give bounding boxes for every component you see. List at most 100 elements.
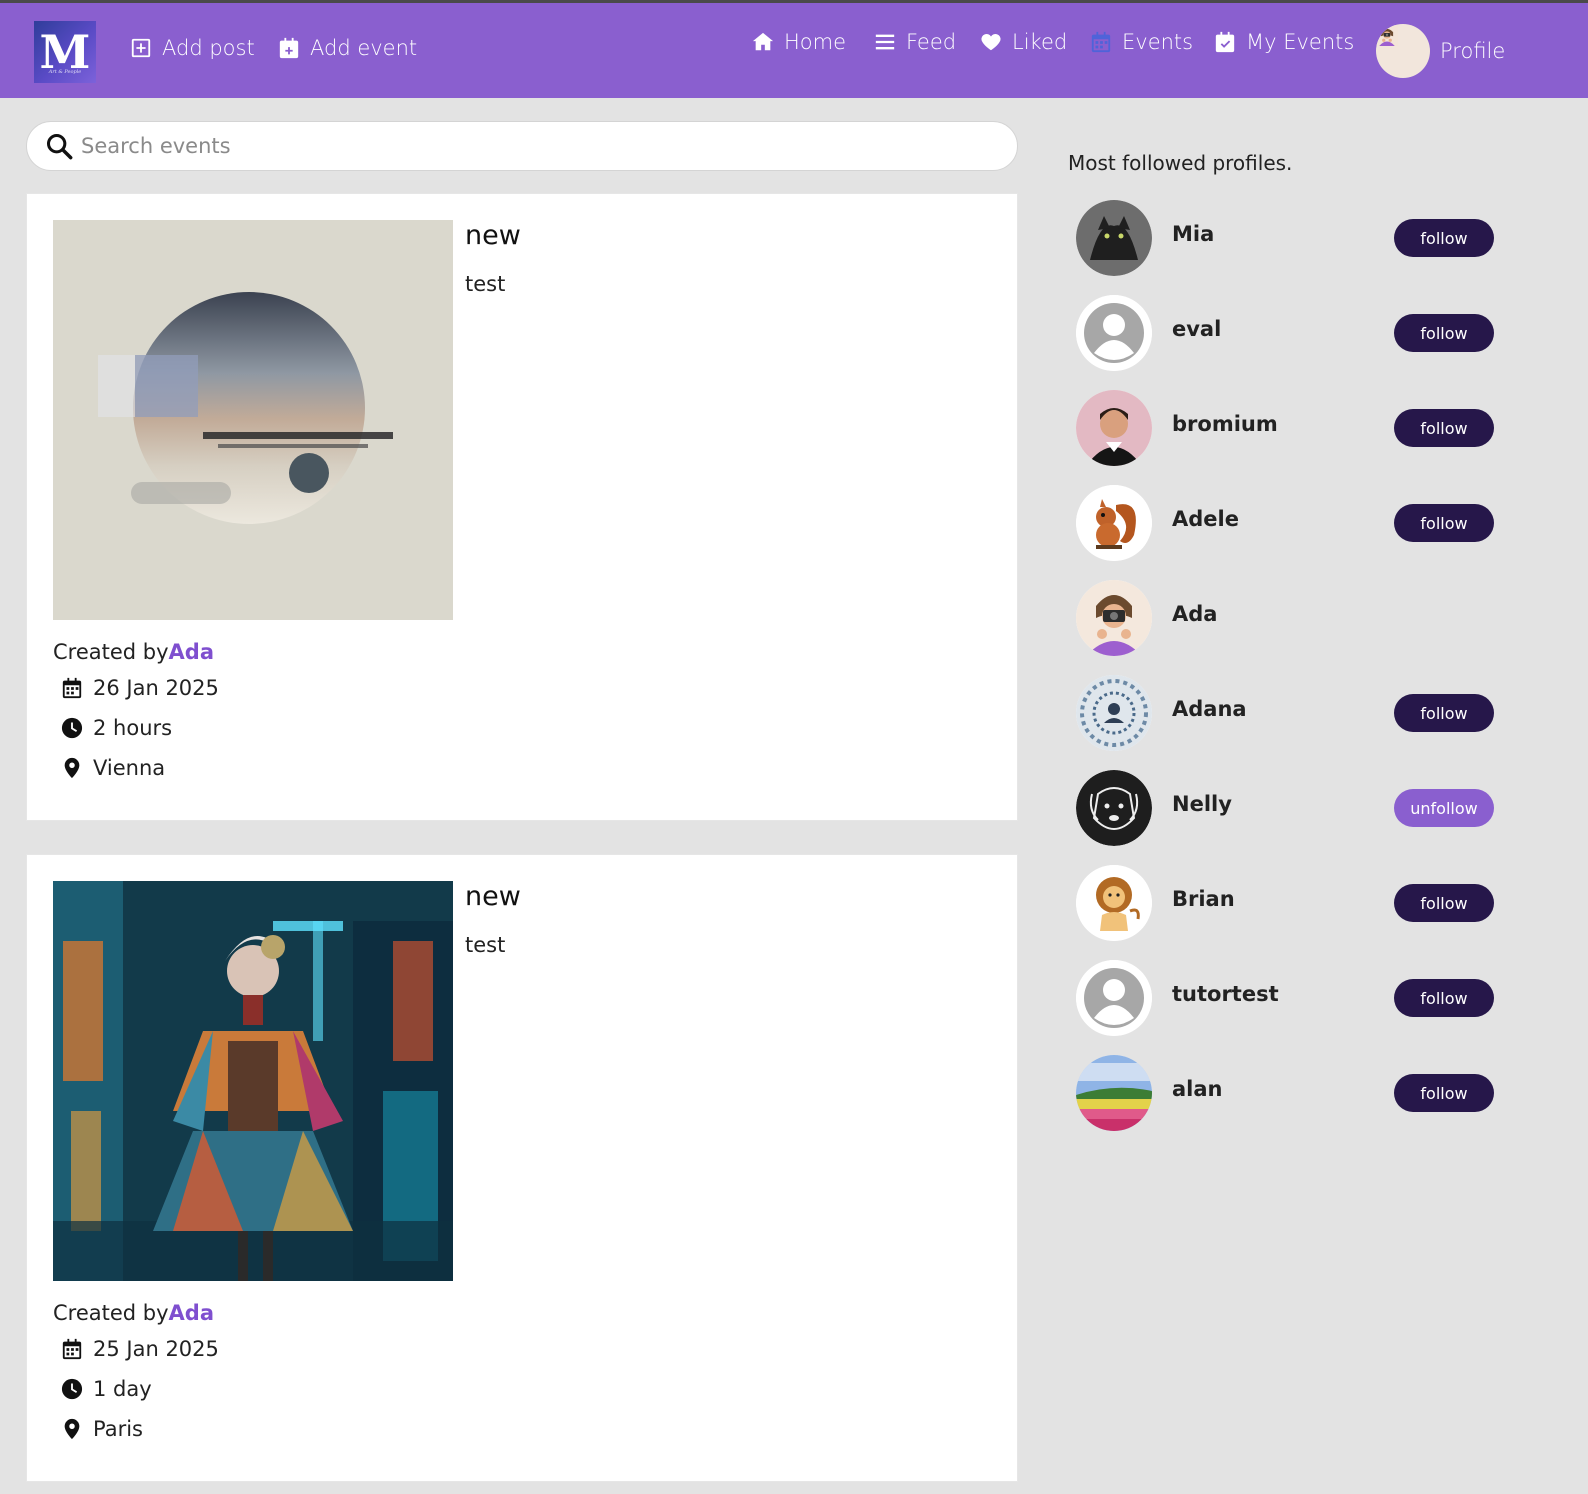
follow-button[interactable]: follow: [1394, 219, 1494, 257]
profile-name[interactable]: Brian: [1172, 887, 1235, 911]
profile-row: Brian follow: [1076, 865, 1496, 941]
profile-name[interactable]: Nelly: [1172, 792, 1232, 816]
profile-name[interactable]: Mia: [1172, 222, 1214, 246]
profile-row: Adana follow: [1076, 675, 1496, 751]
event-date-text: 26 Jan 2025: [93, 676, 219, 700]
event-duration-text: 1 day: [93, 1377, 152, 1401]
map-pin-icon: [64, 1418, 80, 1440]
follow-button[interactable]: follow: [1394, 314, 1494, 352]
clock-icon: [61, 717, 83, 739]
profile-row: Mia follow: [1076, 200, 1496, 276]
profile-row: tutortest follow: [1076, 960, 1496, 1036]
event-created-by: Created byAda: [53, 640, 214, 664]
profile-avatar[interactable]: [1076, 200, 1152, 276]
event-created-by: Created byAda: [53, 1301, 214, 1325]
site-logo[interactable]: M Art & People: [34, 21, 96, 83]
profile-avatar[interactable]: [1076, 770, 1152, 846]
profile-name[interactable]: Adele: [1172, 507, 1239, 531]
event-duration-text: 2 hours: [93, 716, 173, 740]
logo-tagline: Art & People: [48, 69, 82, 75]
event-author-link[interactable]: Ada: [169, 640, 214, 664]
event-image[interactable]: [53, 881, 453, 1281]
profile-row: alan follow: [1076, 1055, 1496, 1131]
nav-my-events[interactable]: My Events: [1214, 30, 1354, 54]
follow-button[interactable]: follow: [1394, 694, 1494, 732]
nav-feed-label: Feed: [906, 30, 957, 54]
search-bar[interactable]: [26, 121, 1018, 171]
add-post-link[interactable]: Add post: [130, 36, 255, 60]
profile-name[interactable]: Adana: [1172, 697, 1247, 721]
add-post-label: Add post: [162, 36, 255, 60]
event-date-text: 25 Jan 2025: [93, 1337, 219, 1361]
sidebar-title: Most followed profiles.: [1068, 151, 1293, 175]
plus-square-icon: [131, 38, 151, 58]
heart-icon: [981, 33, 1001, 51]
nav-profile-label: Profile: [1440, 39, 1506, 63]
profile-name[interactable]: tutortest: [1172, 982, 1279, 1006]
calendar-icon: [1091, 31, 1111, 53]
profile-avatar[interactable]: [1076, 865, 1152, 941]
profile-avatar[interactable]: [1076, 390, 1152, 466]
profile-avatar[interactable]: [1076, 1055, 1152, 1131]
calendar-check-icon: [1215, 31, 1235, 53]
event-location: Paris: [61, 1417, 143, 1441]
follow-button[interactable]: follow: [1394, 979, 1494, 1017]
event-description: test: [465, 933, 506, 957]
profile-row: Ada: [1076, 580, 1496, 656]
event-card: new test Created byAda 26 Jan 2025 2 hou…: [26, 193, 1018, 821]
nav-liked-label: Liked: [1012, 30, 1068, 54]
profile-row: eval follow: [1076, 295, 1496, 371]
event-date: 25 Jan 2025: [61, 1337, 219, 1361]
profile-row: Adele follow: [1076, 485, 1496, 561]
nav-home-label: Home: [784, 30, 847, 54]
event-duration: 2 hours: [61, 716, 172, 740]
profile-avatar[interactable]: [1076, 960, 1152, 1036]
event-title: new: [465, 220, 521, 251]
calendar-icon: [62, 1338, 82, 1360]
event-title: new: [465, 881, 521, 912]
profile-avatar: [1376, 24, 1430, 78]
event-location-text: Paris: [93, 1417, 143, 1441]
calendar-plus-icon: [279, 37, 299, 59]
profile-avatar[interactable]: [1076, 485, 1152, 561]
event-card: new test Created byAda 25 Jan 2025 1 day…: [26, 854, 1018, 1482]
nav-profile[interactable]: Profile: [1376, 24, 1505, 78]
follow-button[interactable]: follow: [1394, 1074, 1494, 1112]
search-icon: [46, 133, 73, 160]
event-location: Vienna: [61, 756, 165, 780]
profile-name[interactable]: Ada: [1172, 602, 1217, 626]
home-icon: [752, 32, 774, 51]
calendar-icon: [62, 677, 82, 699]
nav-liked[interactable]: Liked: [980, 30, 1067, 54]
profile-avatar[interactable]: [1076, 295, 1152, 371]
event-description: test: [465, 272, 506, 296]
unfollow-button[interactable]: unfollow: [1394, 789, 1494, 827]
nav-my-events-label: My Events: [1246, 30, 1355, 54]
event-image[interactable]: [53, 220, 453, 620]
top-navbar: M Art & People Add post Add event Home F…: [0, 0, 1588, 98]
profile-name[interactable]: eval: [1172, 317, 1221, 341]
bars-icon: [875, 34, 895, 50]
map-pin-icon: [64, 757, 80, 779]
clock-icon: [61, 1378, 83, 1400]
event-location-text: Vienna: [93, 756, 166, 780]
follow-button[interactable]: follow: [1394, 409, 1494, 447]
created-by-label: Created by: [53, 640, 169, 664]
nav-events[interactable]: Events: [1090, 30, 1193, 54]
event-date: 26 Jan 2025: [61, 676, 219, 700]
follow-button[interactable]: follow: [1394, 884, 1494, 922]
profile-row: Nelly unfollow: [1076, 770, 1496, 846]
add-event-link[interactable]: Add event: [278, 36, 417, 60]
profile-row: bromium follow: [1076, 390, 1496, 466]
search-input[interactable]: [81, 134, 961, 158]
profile-avatar[interactable]: [1076, 675, 1152, 751]
nav-events-label: Events: [1122, 30, 1194, 54]
add-event-label: Add event: [310, 36, 418, 60]
nav-home[interactable]: Home: [752, 30, 846, 54]
nav-feed[interactable]: Feed: [874, 30, 956, 54]
profile-name[interactable]: bromium: [1172, 412, 1278, 436]
profile-name[interactable]: alan: [1172, 1077, 1223, 1101]
follow-button[interactable]: follow: [1394, 504, 1494, 542]
event-author-link[interactable]: Ada: [169, 1301, 214, 1325]
profile-avatar[interactable]: [1076, 580, 1152, 656]
